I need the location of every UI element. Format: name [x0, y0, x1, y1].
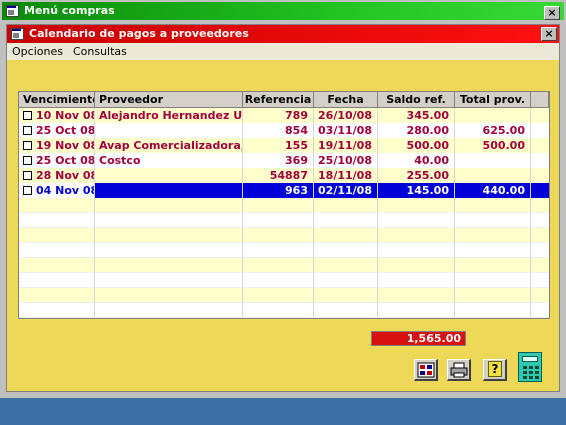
- cell-text: 19 Nov 08: [36, 139, 95, 152]
- header-filler: [531, 92, 549, 108]
- cell-text: 04 Nov 08: [36, 184, 95, 197]
- report-button[interactable]: [414, 359, 438, 381]
- cell-fecha: 02/11/08: [314, 183, 378, 198]
- cell-vencimiento: 25 Oct 08: [19, 123, 95, 138]
- empty-row: [19, 198, 549, 213]
- cell-referencia: 789: [243, 108, 314, 123]
- cell-proveedor: [95, 183, 243, 198]
- cell-total: 440.00: [455, 183, 531, 198]
- cell-proveedor: Costco: [95, 153, 243, 168]
- cell-total: [455, 168, 531, 183]
- inner-close-button[interactable]: ×: [541, 27, 557, 41]
- cell-vencimiento: 19 Nov 08: [19, 138, 95, 153]
- help-icon: ?: [488, 361, 502, 377]
- cell-fecha: 26/10/08: [314, 108, 378, 123]
- outer-close-button[interactable]: ×: [544, 6, 560, 20]
- table-row[interactable]: 19 Nov 08Avap Comercializadora, ...15519…: [19, 138, 549, 153]
- cell-text: 25 Oct 08: [36, 154, 95, 167]
- menu-opciones[interactable]: Opciones: [7, 43, 68, 60]
- help-button[interactable]: ?: [483, 359, 507, 381]
- cell-saldo: 280.00: [378, 123, 455, 138]
- cell-total: [455, 153, 531, 168]
- outer-title-bar: Menú compras ×: [2, 2, 564, 20]
- report-icon: [417, 362, 435, 378]
- cell-referencia: 54887: [243, 168, 314, 183]
- inner-window-title: Calendario de pagos a proveedores: [29, 27, 249, 40]
- table-row[interactable]: 25 Oct 08 Costco 369 25/10/08 40.00: [19, 153, 549, 168]
- cell-referencia: 963: [243, 183, 314, 198]
- empty-row: [19, 213, 549, 228]
- column-divider: [454, 108, 455, 318]
- cell-saldo: 500.00: [378, 138, 455, 153]
- cell-vencimiento: 25 Oct 08: [19, 153, 95, 168]
- cell-fecha: 03/11/08: [314, 123, 378, 138]
- inner-window: Calendario de pagos a proveedores × Opci…: [6, 24, 560, 392]
- table-row[interactable]: 10 Nov 08Alejandro Hernandez Urtiz78926/…: [19, 108, 549, 123]
- empty-row: [19, 303, 549, 318]
- printer-icon: [450, 362, 468, 378]
- cell-total: [455, 108, 531, 123]
- header-vencimiento[interactable]: Vencimiento: [19, 92, 95, 108]
- row-checkbox[interactable]: [23, 186, 32, 195]
- row-checkbox[interactable]: [23, 141, 32, 150]
- cell-proveedor: [95, 168, 243, 183]
- outer-window-title: Menú compras: [24, 4, 115, 17]
- cell-referencia: 369: [243, 153, 314, 168]
- print-button[interactable]: [447, 359, 471, 381]
- cell-referencia: 854: [243, 123, 314, 138]
- cell-referencia: 155: [243, 138, 314, 153]
- menu-consultas[interactable]: Consultas: [68, 43, 132, 60]
- cell-proveedor: [95, 123, 243, 138]
- row-checkbox[interactable]: [23, 171, 32, 180]
- column-divider: [377, 108, 378, 318]
- table-row[interactable]: 25 Oct 08 854 03/11/08 280.00 625.00: [19, 123, 549, 138]
- cell-vencimiento: 10 Nov 08: [19, 108, 95, 123]
- table-row[interactable]: 28 Nov 08 54887 18/11/08 255.00: [19, 168, 549, 183]
- row-checkbox[interactable]: [23, 126, 32, 135]
- empty-row: [19, 258, 549, 273]
- row-checkbox[interactable]: [23, 111, 32, 120]
- form-window-icon: [11, 28, 24, 40]
- cell-text: 28 Nov 08: [36, 169, 95, 182]
- cell-text: 25 Oct 08: [36, 124, 95, 137]
- empty-row: [19, 243, 549, 258]
- cell-vencimiento: 04 Nov 08: [19, 183, 95, 198]
- cell-proveedor: Alejandro Hernandez Urtiz: [95, 108, 243, 123]
- calculator-button[interactable]: [518, 352, 542, 382]
- cell-fecha: 18/11/08: [314, 168, 378, 183]
- cell-total: 500.00: [455, 138, 531, 153]
- menu-bar: Opciones Consultas: [7, 43, 559, 60]
- cell-saldo: 145.00: [378, 183, 455, 198]
- payments-grid[interactable]: Vencimiento Proveedor Referencia Fecha S…: [18, 91, 550, 319]
- header-total-prov[interactable]: Total prov.: [455, 92, 531, 108]
- desktop-background: [0, 398, 566, 425]
- inner-title-bar: Calendario de pagos a proveedores ×: [7, 25, 559, 43]
- app-window-icon: [6, 5, 19, 17]
- cell-saldo: 345.00: [378, 108, 455, 123]
- column-divider: [94, 108, 95, 318]
- header-fecha[interactable]: Fecha: [314, 92, 378, 108]
- empty-row: [19, 273, 549, 288]
- cell-fecha: 25/10/08: [314, 153, 378, 168]
- calculator-icon: [522, 356, 538, 362]
- cell-text: 10 Nov 08: [36, 109, 95, 122]
- total-amount: 1,565.00: [371, 331, 466, 346]
- cell-total: 625.00: [455, 123, 531, 138]
- cell-vencimiento: 28 Nov 08: [19, 168, 95, 183]
- empty-row: [19, 228, 549, 243]
- cell-fecha: 19/11/08: [314, 138, 378, 153]
- cell-saldo: 255.00: [378, 168, 455, 183]
- header-saldo-ref[interactable]: Saldo ref.: [378, 92, 455, 108]
- cell-saldo: 40.00: [378, 153, 455, 168]
- column-divider: [313, 108, 314, 318]
- row-checkbox[interactable]: [23, 156, 32, 165]
- cell-proveedor: Avap Comercializadora, ...: [95, 138, 243, 153]
- column-divider: [242, 108, 243, 318]
- header-referencia[interactable]: Referencia: [243, 92, 314, 108]
- outer-window: Menú compras × Calendario de pagos a pro…: [0, 0, 566, 398]
- column-divider: [530, 108, 531, 318]
- table-row[interactable]: 04 Nov 08 963 02/11/08 145.00 440.00: [19, 183, 549, 198]
- header-proveedor[interactable]: Proveedor: [95, 92, 243, 108]
- empty-row: [19, 288, 549, 303]
